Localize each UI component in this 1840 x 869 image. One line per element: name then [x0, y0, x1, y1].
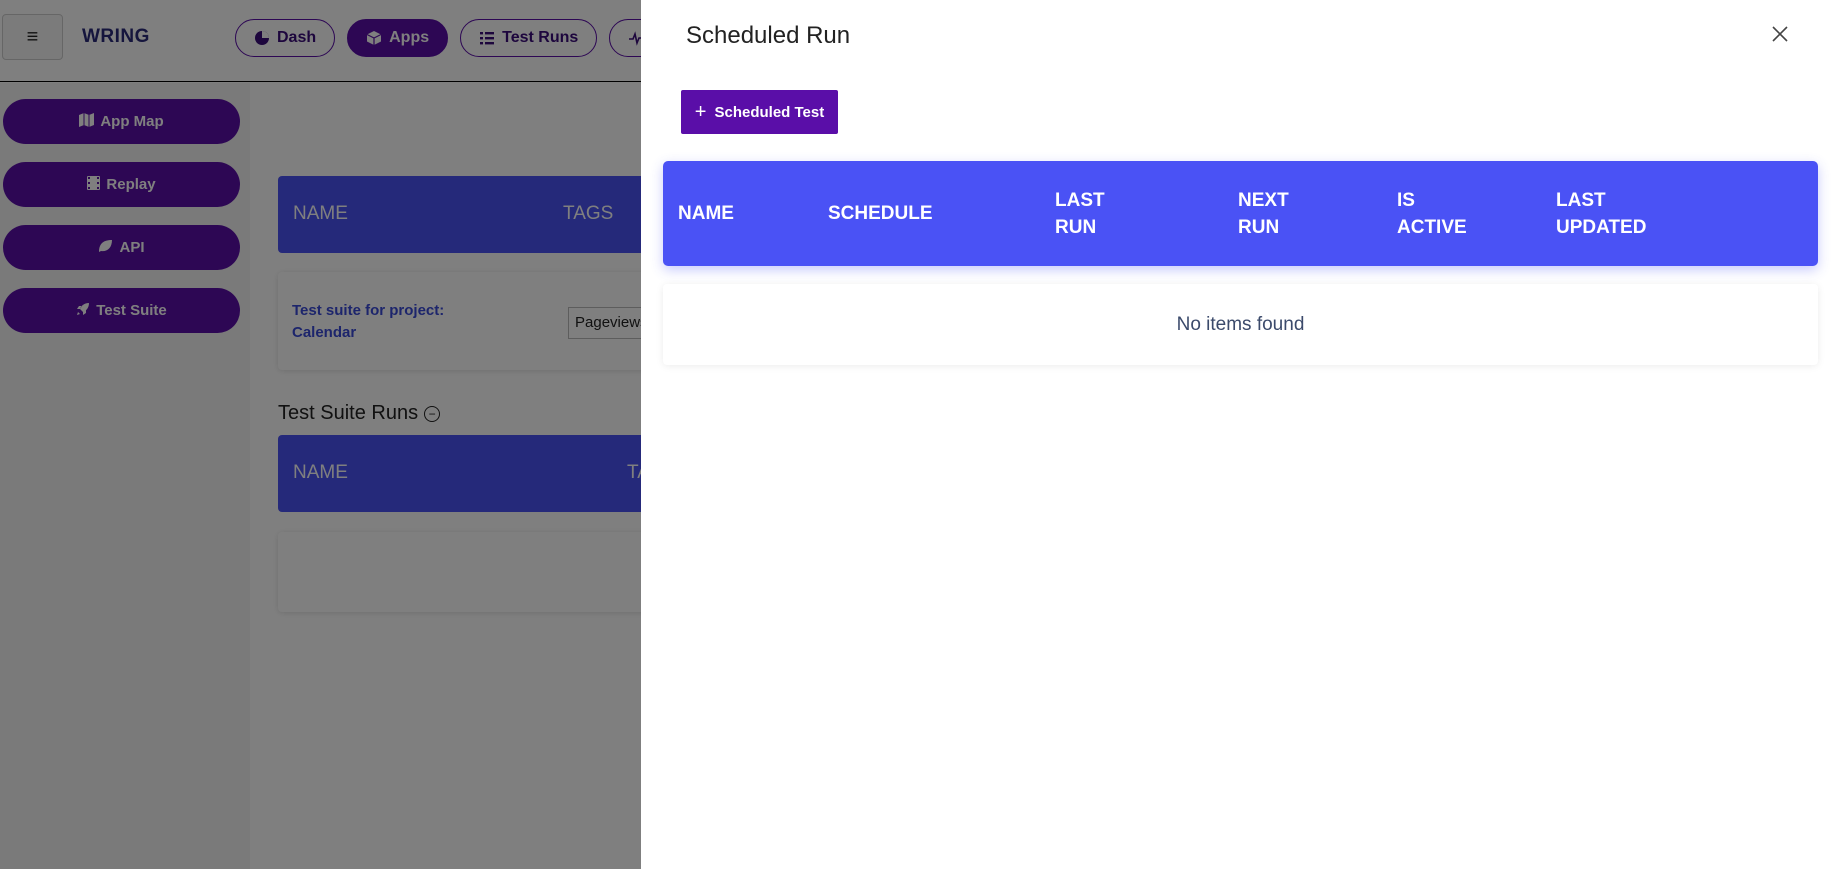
close-button[interactable] — [1767, 21, 1793, 47]
scheduled-run-drawer: Scheduled Run + Scheduled Test NAME SCHE… — [641, 0, 1840, 869]
add-button-label: Scheduled Test — [714, 103, 825, 121]
add-scheduled-test-button[interactable]: + Scheduled Test — [681, 90, 838, 134]
column-header-name: NAME — [678, 203, 734, 224]
drawer-title: Scheduled Run — [686, 22, 851, 49]
empty-state: No items found — [663, 284, 1818, 365]
column-header-is-active: IS ACTIVE — [1397, 190, 1467, 238]
column-header-schedule: SCHEDULE — [828, 203, 933, 224]
plus-icon: + — [694, 101, 707, 123]
scheduled-table-header: NAME SCHEDULE LAST RUN NEXT RUN IS ACTIV… — [663, 161, 1818, 266]
empty-message: No items found — [1176, 313, 1305, 335]
column-header-next-run: NEXT RUN — [1238, 190, 1289, 238]
column-header-last-updated: LAST UPDATED — [1556, 190, 1647, 238]
close-icon — [1772, 26, 1788, 42]
column-header-last-run: LAST RUN — [1055, 190, 1105, 238]
